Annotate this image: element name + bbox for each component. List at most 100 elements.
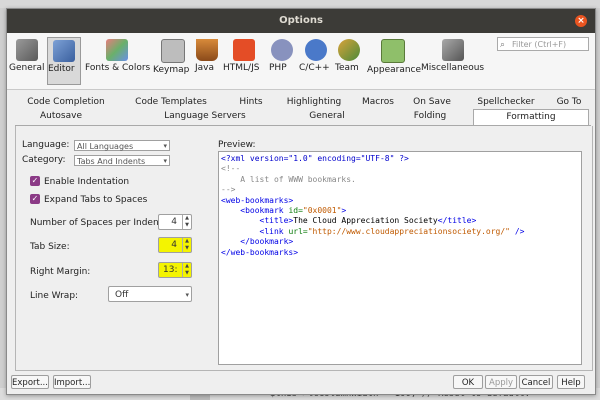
preview-code-line: <title>The Cloud Appreciation Society</t…	[221, 216, 579, 226]
category-java[interactable]: Java	[195, 37, 219, 85]
filter-placeholder: Filter (Ctrl+F)	[512, 40, 567, 49]
language-value: All Languages	[77, 142, 134, 151]
category-select[interactable]: Tabs And Indents ▾	[74, 155, 170, 166]
spaces-per-indent-label: Number of Spaces per Indent:	[30, 218, 166, 228]
tab-general[interactable]: General	[295, 109, 359, 123]
tab-macros[interactable]: Macros	[355, 95, 401, 109]
category-html-js[interactable]: HTML/JS	[223, 37, 265, 85]
spaces-per-indent-value: 4	[171, 217, 177, 227]
enable-indentation-checkbox[interactable]: ✓	[30, 176, 40, 186]
line-wrap-label: Line Wrap:	[30, 291, 79, 301]
expand-tabs-label: Expand Tabs to Spaces	[44, 195, 148, 205]
preview-code-line: </web-bookmarks>	[221, 247, 299, 257]
category-php[interactable]: PHP	[269, 37, 295, 85]
preview-code-line: <bookmark id="0x0001">	[221, 206, 579, 216]
miscellaneous-icon	[442, 39, 464, 61]
category-label: Category:	[22, 155, 66, 165]
chevron-down-icon: ▾	[163, 142, 167, 150]
tab-highlighting[interactable]: Highlighting	[281, 95, 347, 109]
line-wrap-select[interactable]: Off ▾	[108, 286, 192, 302]
preview-code-token: <bookmark	[240, 206, 289, 216]
preview-code-line: A list of WWW bookmarks.	[221, 174, 356, 184]
category-editor[interactable]: Editor	[47, 37, 81, 85]
category-miscellaneous[interactable]: Miscellaneous	[421, 37, 485, 85]
html-js-icon	[233, 39, 255, 61]
category-toolbar: General Editor Fonts & Colors Keymap Jav…	[7, 33, 595, 90]
preview-code-token: >	[341, 206, 347, 216]
expand-tabs-checkbox[interactable]: ✓	[30, 194, 40, 204]
language-select[interactable]: All Languages ▾	[74, 140, 170, 151]
options-dialog: Options × General Editor Fonts & Colors …	[6, 8, 596, 395]
preview-code-token: "http://www.cloudappreciationsociety.org…	[307, 226, 510, 236]
dialog-footer: Export... Import... OK Apply Cancel Help	[7, 371, 595, 393]
tab-size-value: 4	[171, 240, 177, 250]
keymap-icon	[161, 39, 185, 63]
tab-row-top: Code Completion Code Templates Hints Hig…	[15, 95, 591, 109]
preview-code-token: <link	[259, 226, 289, 236]
close-icon: ×	[577, 16, 585, 26]
tab-language-servers[interactable]: Language Servers	[155, 109, 255, 123]
general-icon	[16, 39, 38, 61]
cpp-icon	[305, 39, 327, 61]
preview-code-token: "0x0001"	[302, 206, 342, 216]
preview-code-token	[221, 227, 260, 236]
editor-icon	[53, 40, 75, 62]
dialog-titlebar: Options ×	[7, 9, 595, 33]
preview-code-line: <web-bookmarks>	[221, 195, 294, 205]
appearance-icon	[381, 39, 405, 63]
ok-button[interactable]: OK	[453, 375, 483, 389]
right-margin-label: Right Margin:	[30, 267, 91, 277]
chevron-down-icon: ▾	[185, 291, 189, 299]
preview-pane[interactable]: <?xml version="1.0" encoding="UTF-8" ?> <…	[218, 151, 582, 365]
fonts-colors-icon	[106, 39, 128, 61]
spinner-arrows-icon[interactable]: ▲ ▼	[182, 215, 191, 229]
preview-code-line: -->	[221, 185, 236, 195]
tab-code-completion[interactable]: Code Completion	[21, 95, 111, 109]
preview-code-token: />	[510, 226, 525, 236]
preview-code-token	[221, 206, 240, 215]
right-margin-value: 13:	[163, 265, 178, 275]
apply-button[interactable]: Apply	[485, 375, 517, 389]
category-value: Tabs And Indents	[77, 157, 146, 166]
category-keymap[interactable]: Keymap	[153, 37, 193, 85]
preview-code-line: </bookmark>	[221, 237, 294, 247]
preview-code-line: <link url="http://www.cloudappreciations…	[221, 227, 579, 237]
tab-on-save[interactable]: On Save	[407, 95, 457, 109]
tab-folding[interactable]: Folding	[403, 109, 457, 123]
category-team[interactable]: Team	[335, 37, 363, 85]
tab-row-bottom: Autosave Language Servers General Foldin…	[15, 109, 591, 126]
tab-hints[interactable]: Hints	[229, 95, 273, 109]
spinner-arrows-icon[interactable]: ▲ ▼	[182, 263, 191, 277]
category-appearance[interactable]: Appearance	[367, 37, 421, 85]
category-fonts-colors[interactable]: Fonts & Colors	[85, 37, 150, 85]
line-wrap-value: Off	[115, 290, 129, 300]
php-icon	[271, 39, 293, 61]
spaces-per-indent-spinner[interactable]: 4 ▲ ▼	[158, 214, 192, 230]
category-general[interactable]: General	[9, 37, 45, 85]
category-cpp[interactable]: C/C++	[299, 37, 333, 85]
tab-formatting[interactable]: Formatting	[473, 109, 589, 125]
preview-code-token: </title>	[437, 216, 477, 226]
java-icon	[196, 39, 218, 61]
import-button[interactable]: Import...	[53, 375, 91, 389]
preview-code-token: <title>	[259, 216, 294, 226]
cancel-button[interactable]: Cancel	[519, 375, 553, 389]
tab-spellchecker[interactable]: Spellchecker	[471, 95, 541, 109]
filter-input[interactable]: ⌕ Filter (Ctrl+F)	[497, 37, 589, 51]
help-button[interactable]: Help	[557, 375, 585, 389]
search-icon: ⌕	[500, 40, 506, 50]
tab-autosave[interactable]: Autosave	[21, 109, 101, 123]
tab-size-spinner[interactable]: 4 ▲ ▼	[158, 237, 192, 253]
preview-label: Preview:	[218, 140, 256, 150]
tab-go-to[interactable]: Go To	[549, 95, 589, 109]
spinner-arrows-icon[interactable]: ▲ ▼	[182, 238, 191, 252]
enable-indentation-label: Enable Indentation	[44, 177, 130, 187]
export-button[interactable]: Export...	[11, 375, 49, 389]
right-margin-spinner[interactable]: 13: ▲ ▼	[158, 262, 192, 278]
formatting-panel: Language: All Languages ▾ Category: Tabs…	[15, 126, 593, 371]
preview-code-token: The Cloud Appreciation Society	[293, 216, 438, 226]
tab-code-templates[interactable]: Code Templates	[127, 95, 215, 109]
preview-code-token: id=	[288, 206, 303, 216]
close-button[interactable]: ×	[575, 15, 587, 27]
tab-size-label: Tab Size:	[30, 242, 70, 252]
